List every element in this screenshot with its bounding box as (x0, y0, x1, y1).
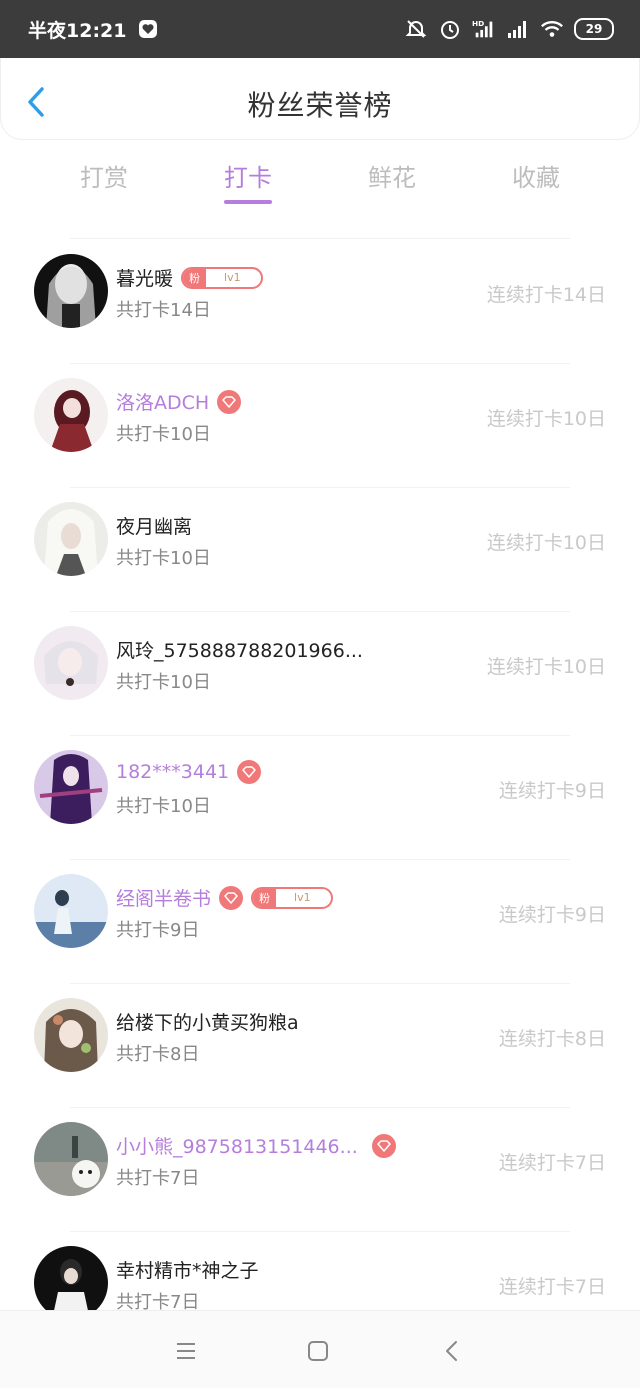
name-line: 经阁半卷书 粉 lv1 (116, 884, 333, 911)
list-item[interactable]: 夜月幽离 共打卡10日 连续打卡10日 (0, 488, 640, 612)
total-checkins: 共打卡10日 (116, 796, 211, 817)
name-line: 幸村精市*神之子 (116, 1256, 259, 1283)
list-item[interactable]: 182***3441 共打卡10日 连续打卡9日 (0, 736, 640, 860)
name-line: 洛洛ADCH (116, 388, 242, 415)
total-checkins: 共打卡10日 (116, 672, 211, 693)
total-checkins: 共打卡9日 (116, 920, 200, 941)
streak-checkins: 连续打卡14日 (486, 284, 606, 306)
avatar[interactable] (34, 750, 108, 824)
user-name[interactable]: 小小熊_9875813151446... (116, 1132, 358, 1159)
alarm-icon (438, 17, 462, 41)
avatar[interactable] (34, 626, 108, 700)
streak-checkins: 连续打卡10日 (486, 532, 606, 554)
diamond-vip-icon (371, 1133, 396, 1158)
tab-reward[interactable]: 打赏 (64, 158, 144, 193)
status-bar: 半夜12:21 HD 29 (0, 0, 640, 58)
list-item[interactable]: 给楼下的小黄买狗粮a 共打卡8日 连续打卡8日 (0, 984, 640, 1108)
user-name[interactable]: 幸村精市*神之子 (116, 1256, 259, 1283)
page-title: 粉丝荣誉榜 (247, 89, 393, 122)
avatar[interactable] (34, 874, 108, 948)
tab-checkin[interactable]: 打卡 (208, 158, 288, 193)
fan-badge: 粉 lv1 (251, 886, 333, 909)
total-checkins: 共打卡10日 (116, 548, 211, 569)
user-name[interactable]: 182***3441 (116, 761, 229, 783)
diamond-vip-icon (237, 760, 262, 784)
user-name[interactable]: 经阁半卷书 (116, 884, 211, 911)
menu-button[interactable] (172, 1337, 200, 1365)
avatar[interactable] (34, 254, 108, 328)
fan-badge-level: lv1 (294, 891, 311, 904)
streak-checkins: 连续打卡7日 (498, 1152, 606, 1174)
app-header: 粉丝荣誉榜 (0, 58, 640, 140)
list-item[interactable]: 风玲_575888788201966... 共打卡10日 连续打卡10日 (0, 612, 640, 736)
total-checkins: 共打卡8日 (116, 1044, 200, 1065)
fan-badge-level: lv1 (224, 271, 241, 284)
list-item[interactable]: 暮光暖 粉 lv1 共打卡14日 连续打卡14日 (0, 240, 640, 364)
fan-badge-label: 粉 (253, 888, 277, 907)
home-square-icon (308, 1341, 328, 1361)
diamond-vip-icon (219, 885, 244, 910)
streak-checkins: 连续打卡7日 (498, 1276, 606, 1298)
total-checkins: 共打卡14日 (116, 300, 211, 321)
fan-badge-label: 粉 (183, 268, 207, 287)
streak-checkins: 连续打卡10日 (486, 656, 606, 678)
streak-checkins: 连续打卡9日 (498, 780, 606, 802)
name-line: 182***3441 (116, 760, 262, 784)
total-checkins: 共打卡10日 (116, 424, 211, 445)
avatar[interactable] (34, 502, 108, 576)
streak-checkins: 连续打卡10日 (486, 408, 606, 430)
battery-icon: 29 (574, 18, 614, 40)
user-name[interactable]: 洛洛ADCH (116, 388, 209, 415)
status-time: 半夜12:21 (28, 19, 127, 42)
back-triangle-icon (446, 1341, 457, 1361)
signal-icon (506, 17, 530, 41)
avatar[interactable] (34, 378, 108, 452)
total-checkins: 共打卡7日 (116, 1168, 200, 1189)
mute-icon (404, 17, 428, 41)
list-item[interactable]: 洛洛ADCH 共打卡10日 连续打卡10日 (0, 364, 640, 488)
list-item[interactable]: 小小熊_9875813151446... 共打卡7日 连续打卡7日 (0, 1108, 640, 1232)
status-left: 半夜12:21 (28, 16, 160, 43)
active-tab-indicator (224, 200, 272, 204)
list-top-divider (70, 238, 570, 239)
heart-app-icon (136, 17, 160, 41)
fan-badge: 粉 lv1 (181, 266, 263, 289)
name-line: 夜月幽离 (116, 512, 192, 539)
name-line: 给楼下的小黄买狗粮a (116, 1008, 299, 1035)
svg-text:HD: HD (472, 19, 484, 28)
name-line: 暮光暖 粉 lv1 (116, 264, 263, 291)
tab-flowers[interactable]: 鲜花 (352, 158, 432, 193)
user-name[interactable]: 夜月幽离 (116, 512, 192, 539)
system-back-button[interactable] (438, 1337, 466, 1365)
tab-favorites[interactable]: 收藏 (496, 158, 576, 193)
user-name[interactable]: 给楼下的小黄买狗粮a (116, 1008, 299, 1035)
status-right: HD 29 (404, 17, 614, 41)
streak-checkins: 连续打卡8日 (498, 1028, 606, 1050)
avatar[interactable] (34, 998, 108, 1072)
battery-level: 29 (585, 22, 603, 36)
list-item[interactable]: 经阁半卷书 粉 lv1 共打卡9日 连续打卡9日 (0, 860, 640, 984)
name-line: 小小熊_9875813151446... (116, 1132, 396, 1159)
wifi-icon (540, 17, 564, 41)
home-button[interactable] (304, 1337, 332, 1365)
signal-hd-icon: HD (472, 17, 496, 41)
avatar[interactable] (34, 1122, 108, 1196)
system-nav-bar (0, 1310, 640, 1388)
tab-bar: 打赏 打卡 鲜花 收藏 (0, 150, 640, 210)
diamond-vip-icon (217, 389, 242, 414)
user-name[interactable]: 暮光暖 (116, 264, 173, 291)
name-line: 风玲_575888788201966... (116, 636, 363, 663)
user-name[interactable]: 风玲_575888788201966... (116, 636, 363, 663)
menu-icon (177, 1343, 195, 1359)
avatar[interactable] (34, 1246, 108, 1320)
streak-checkins: 连续打卡9日 (498, 904, 606, 926)
